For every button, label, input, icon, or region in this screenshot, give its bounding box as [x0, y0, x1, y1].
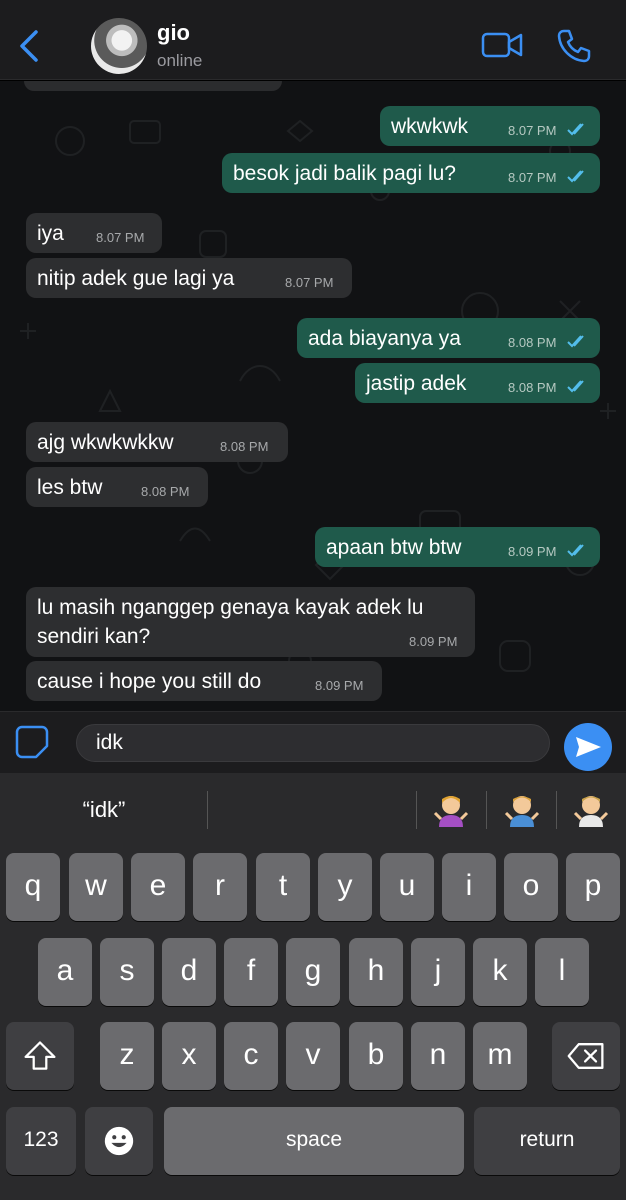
message-time: 8.08 PM [508, 335, 557, 350]
key-j[interactable]: j [411, 938, 465, 1006]
message-bubble[interactable]: besok jadi balik pagi lu? 8.07 PM [222, 153, 600, 193]
avatar[interactable] [91, 18, 147, 74]
key-o[interactable]: o [504, 853, 558, 921]
key-m[interactable]: m [473, 1022, 527, 1090]
shift-key[interactable] [6, 1022, 74, 1090]
key-p[interactable]: p [566, 853, 620, 921]
key-u[interactable]: u [380, 853, 434, 921]
message-bubble[interactable]: cause i hope you still do 8.09 PM [26, 661, 382, 701]
word-suggestion[interactable]: “idk” [54, 797, 154, 823]
contact-name[interactable]: gio [157, 20, 190, 46]
send-icon [576, 737, 601, 757]
message-time: 8.07 PM [508, 170, 557, 185]
send-button[interactable] [564, 723, 612, 771]
divider [207, 791, 208, 829]
key-y[interactable]: y [318, 853, 372, 921]
message-bubble[interactable]: wkwkwk 8.07 PM [380, 106, 600, 146]
message-time: 8.09 PM [315, 678, 364, 693]
back-chevron-icon[interactable] [14, 28, 44, 64]
message-text: nitip adek gue lagi ya [37, 267, 235, 290]
message-text: cause i hope you still do [37, 670, 262, 693]
sticker-icon[interactable] [14, 724, 50, 760]
key-b[interactable]: b [349, 1022, 403, 1090]
message-bubble[interactable]: apaan btw btw 8.09 PM [315, 527, 600, 567]
message-text: besok jadi balik pagi lu? [233, 162, 456, 185]
key-x[interactable]: x [162, 1022, 216, 1090]
message-text: wkwkwk [391, 115, 468, 138]
contact-status: online [157, 51, 203, 70]
divider [416, 791, 417, 829]
message-text: apaan btw btw [326, 536, 462, 559]
key-d[interactable]: d [162, 938, 216, 1006]
key-c[interactable]: c [224, 1022, 278, 1090]
video-call-icon[interactable] [481, 30, 523, 60]
message-bubble[interactable]: ada biayanya ya 8.08 PM [297, 318, 600, 358]
divider [486, 791, 487, 829]
backspace-icon [567, 1043, 604, 1069]
double-check-icon [567, 380, 584, 393]
message-text: lu masih nganggep genaya kayak adek lu [37, 596, 424, 619]
message-bubble[interactable]: lu masih nganggep genaya kayak adek lu s… [26, 587, 475, 657]
emoji-face-icon [104, 1126, 134, 1156]
composer-bar: idk [0, 711, 626, 773]
key-g[interactable]: g [286, 938, 340, 1006]
numbers-key[interactable]: 123 [6, 1107, 76, 1175]
chat-header: gio online [0, 0, 626, 80]
key-a[interactable]: a [38, 938, 92, 1006]
message-bubble[interactable]: iya 8.07 PM [26, 213, 162, 253]
phone-icon[interactable] [556, 28, 592, 64]
suggestion-bar: “idk” [0, 773, 626, 849]
message-time: 8.07 PM [96, 230, 145, 245]
key-e[interactable]: e [131, 853, 185, 921]
key-s[interactable]: s [100, 938, 154, 1006]
key-k[interactable]: k [473, 938, 527, 1006]
message-bubble[interactable]: nitip adek gue lagi ya 8.07 PM [26, 258, 352, 298]
key-t[interactable]: t [256, 853, 310, 921]
partial-message-bubble [24, 81, 282, 91]
person-shrugging-emoji[interactable] [432, 793, 470, 829]
return-key[interactable]: return [474, 1107, 620, 1175]
keyboard: “idk” q w e r t y u i o p a s d f g h j … [0, 773, 626, 1200]
message-text: ajg wkwkwkkw [37, 431, 174, 454]
key-f[interactable]: f [224, 938, 278, 1006]
message-bubble[interactable]: jastip adek 8.08 PM [355, 363, 600, 403]
man-shrugging-emoji[interactable] [503, 793, 541, 829]
key-l[interactable]: l [535, 938, 589, 1006]
key-r[interactable]: r [193, 853, 247, 921]
message-bubble[interactable]: ajg wkwkwkkw 8.08 PM [26, 422, 288, 462]
message-text: les btw [37, 476, 103, 499]
message-time: 8.08 PM [220, 439, 269, 454]
space-key[interactable]: space [164, 1107, 464, 1175]
emoji-key[interactable] [85, 1107, 153, 1175]
key-n[interactable]: n [411, 1022, 465, 1090]
delete-key[interactable] [552, 1022, 620, 1090]
chat-area[interactable]: wkwkwk 8.07 PM besok jadi balik pagi lu?… [0, 81, 626, 711]
double-check-icon [567, 170, 584, 183]
key-z[interactable]: z [100, 1022, 154, 1090]
key-i[interactable]: i [442, 853, 496, 921]
message-time: 8.08 PM [508, 380, 557, 395]
message-time: 8.07 PM [285, 275, 334, 290]
message-bubble[interactable]: les btw 8.08 PM [26, 467, 208, 507]
message-text: iya [37, 222, 64, 245]
message-text-line2: sendiri kan? [37, 625, 151, 648]
message-text: ada biayanya ya [308, 327, 461, 350]
key-h[interactable]: h [349, 938, 403, 1006]
message-time: 8.07 PM [508, 123, 557, 138]
message-time: 8.09 PM [409, 634, 458, 649]
key-w[interactable]: w [69, 853, 123, 921]
message-time: 8.09 PM [508, 544, 557, 559]
double-check-icon [567, 335, 584, 348]
person-shrugging-light-emoji[interactable] [572, 793, 610, 829]
message-time: 8.08 PM [141, 484, 190, 499]
message-text: jastip adek [366, 372, 467, 395]
key-q[interactable]: q [6, 853, 60, 921]
double-check-icon [567, 123, 584, 136]
key-v[interactable]: v [286, 1022, 340, 1090]
divider [556, 791, 557, 829]
shift-icon [24, 1041, 56, 1070]
message-input[interactable]: idk [76, 724, 550, 762]
double-check-icon [567, 544, 584, 557]
